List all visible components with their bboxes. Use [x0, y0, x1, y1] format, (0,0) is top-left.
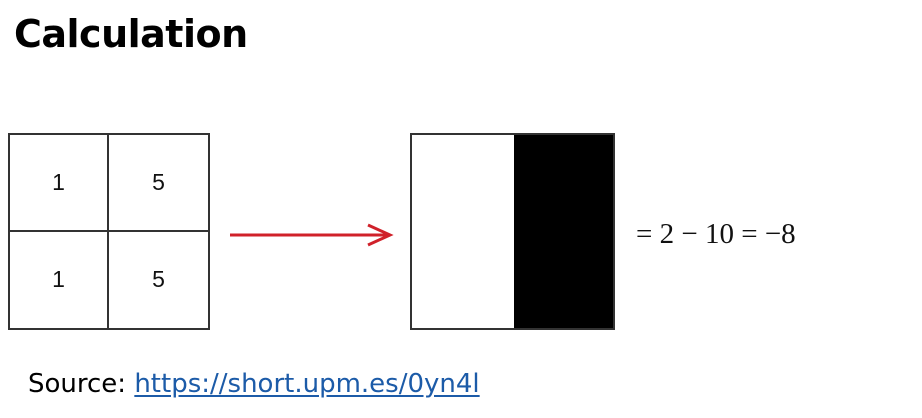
source-link[interactable]: https://short.upm.es/0yn4l	[134, 369, 479, 399]
right-arrow-icon	[230, 223, 394, 247]
source-label: Source:	[28, 369, 127, 399]
grid-cell: 1	[10, 135, 109, 232]
source-line: Source: https://short.upm.es/0yn4l	[28, 366, 480, 402]
grid-cell: 5	[109, 135, 208, 232]
slide-title: Calculation	[14, 12, 248, 56]
grid-cell: 5	[152, 266, 165, 293]
input-pixel-grid: 1 5 1 5	[8, 133, 210, 330]
grid-cell: 1	[10, 231, 109, 328]
filter-white-region	[412, 135, 514, 328]
result-equation: = 2 − 10 = −8	[636, 218, 796, 250]
haar-feature-filter	[410, 133, 615, 330]
filter-black-region	[514, 135, 613, 328]
